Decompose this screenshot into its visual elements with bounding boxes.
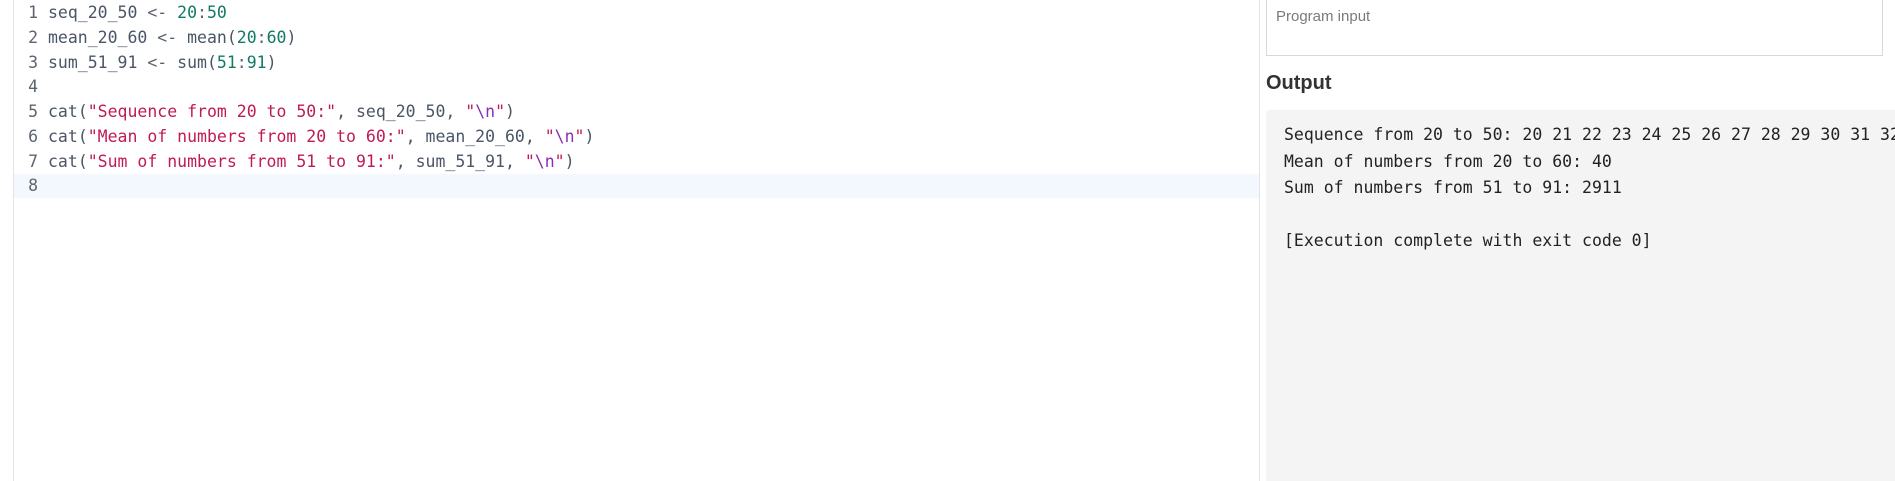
code-text: cat("Sum of numbers from 51 to 91:", sum…: [48, 150, 575, 174]
code-token: ": [495, 102, 506, 121]
code-token: <-: [147, 27, 188, 47]
code-token: ,: [524, 126, 545, 146]
code-token: (: [226, 27, 237, 47]
code-token: (: [206, 52, 217, 72]
line-number: 3: [28, 52, 38, 72]
code-token: sum: [177, 52, 207, 72]
code-token: :: [256, 27, 267, 47]
code-token: 20: [177, 3, 198, 22]
code-token: 20: [236, 27, 257, 47]
code-token: mean: [187, 27, 227, 47]
code-line[interactable]: 6 cat("Mean of numbers from 20 to 60:", m…: [14, 125, 1259, 149]
line-number: 1: [28, 3, 38, 22]
output-heading: Output: [1266, 72, 1332, 94]
code-token: 60: [266, 27, 287, 47]
line-number: 8: [28, 176, 38, 196]
code-line[interactable]: 3 sum_51_91 <- sum(51:91): [14, 51, 1259, 75]
code-token: (: [77, 102, 88, 121]
program-input-field[interactable]: Program input: [1266, 0, 1883, 56]
program-input-placeholder: Program input: [1276, 8, 1371, 25]
app-root: 1 seq_20_50 <- 20:50 2 mean_20_60 <- mean(2…: [0, 0, 1895, 481]
code-token: ,: [504, 151, 525, 171]
code-token: ): [266, 52, 277, 72]
code-token: mean_20_60: [48, 27, 148, 47]
code-token: ": [554, 151, 565, 171]
code-token: \n: [534, 151, 555, 171]
code-token: ,: [336, 102, 356, 121]
code-token: cat: [48, 126, 78, 146]
code-token: 50: [206, 3, 227, 22]
output-line: Mean of numbers from 20 to 60: 40: [1284, 151, 1612, 171]
code-token: sum_51_91: [48, 52, 138, 72]
code-token: (: [77, 151, 88, 171]
output-line: Sum of numbers from 51 to 91: 2911: [1284, 178, 1622, 197]
code-token: ": [524, 151, 535, 171]
code-text: cat("Sequence from 20 to 50:", seq_20_50…: [48, 100, 515, 124]
code-token: ): [564, 151, 575, 171]
code-line[interactable]: 1 seq_20_50 <- 20:50: [14, 1, 1259, 25]
line-number: 7: [28, 151, 38, 171]
code-editor[interactable]: 1 seq_20_50 <- 20:50 2 mean_20_60 <- mean(2…: [13, 0, 1260, 481]
code-token: ": [465, 102, 476, 121]
code-token: <-: [137, 52, 178, 72]
io-panel: Program input Output Sequence from 20 to…: [1266, 0, 1895, 481]
code-token: ,: [395, 151, 416, 171]
line-number: 6: [28, 126, 38, 146]
code-token: seq_20_50: [48, 3, 138, 22]
code-token: <-: [137, 3, 178, 22]
code-token: ): [584, 126, 595, 146]
code-text: seq_20_50 <- 20:50: [48, 1, 227, 25]
code-line[interactable]: 2 mean_20_60 <- mean(20:60): [14, 26, 1259, 50]
output-line: Sequence from 20 to 50: 20 21 22 23 24 2…: [1284, 125, 1895, 144]
code-token: "Sequence from 20 to 50:": [87, 102, 337, 121]
code-token: ): [286, 27, 297, 47]
code-line[interactable]: 8: [14, 174, 1259, 199]
code-text: cat("Mean of numbers from 20 to 60:", me…: [48, 125, 594, 149]
line-number: 2: [28, 27, 38, 47]
code-token: \n: [475, 102, 496, 121]
code-token: ": [544, 126, 555, 146]
code-token: cat: [48, 102, 78, 121]
line-number: 4: [28, 77, 38, 97]
code-token: ): [505, 102, 515, 121]
code-token: ": [574, 126, 585, 146]
code-token: ,: [445, 102, 466, 121]
output-console: Sequence from 20 to 50: 20 21 22 23 24 2…: [1266, 110, 1895, 481]
line-number: 5: [28, 102, 38, 121]
code-line[interactable]: 5 cat("Sequence from 20 to 50:", seq_20_5…: [14, 100, 1259, 124]
code-token: ,: [405, 126, 426, 146]
code-token: (: [77, 126, 88, 146]
output-line: [Execution complete with exit code 0]: [1284, 231, 1652, 250]
code-token: :: [236, 52, 247, 72]
code-line[interactable]: 4: [14, 75, 1259, 99]
code-line[interactable]: 7 cat("Sum of numbers from 51 to 91:", su…: [14, 150, 1259, 174]
code-token: 51: [216, 52, 237, 72]
code-token: mean_20_60: [425, 126, 525, 146]
code-token: "Mean of numbers from 20 to 60:": [87, 126, 406, 146]
code-token: sum_51_91: [415, 151, 505, 171]
code-token: cat: [48, 151, 78, 171]
code-token: 91: [246, 52, 267, 72]
code-token: :: [197, 3, 207, 22]
code-token: "Sum of numbers from 51 to 91:": [87, 151, 396, 171]
code-text: sum_51_91 <- sum(51:91): [48, 51, 277, 75]
code-text: mean_20_60 <- mean(20:60): [48, 26, 296, 50]
code-token: seq_20_50: [355, 102, 446, 121]
code-token: \n: [554, 126, 575, 146]
